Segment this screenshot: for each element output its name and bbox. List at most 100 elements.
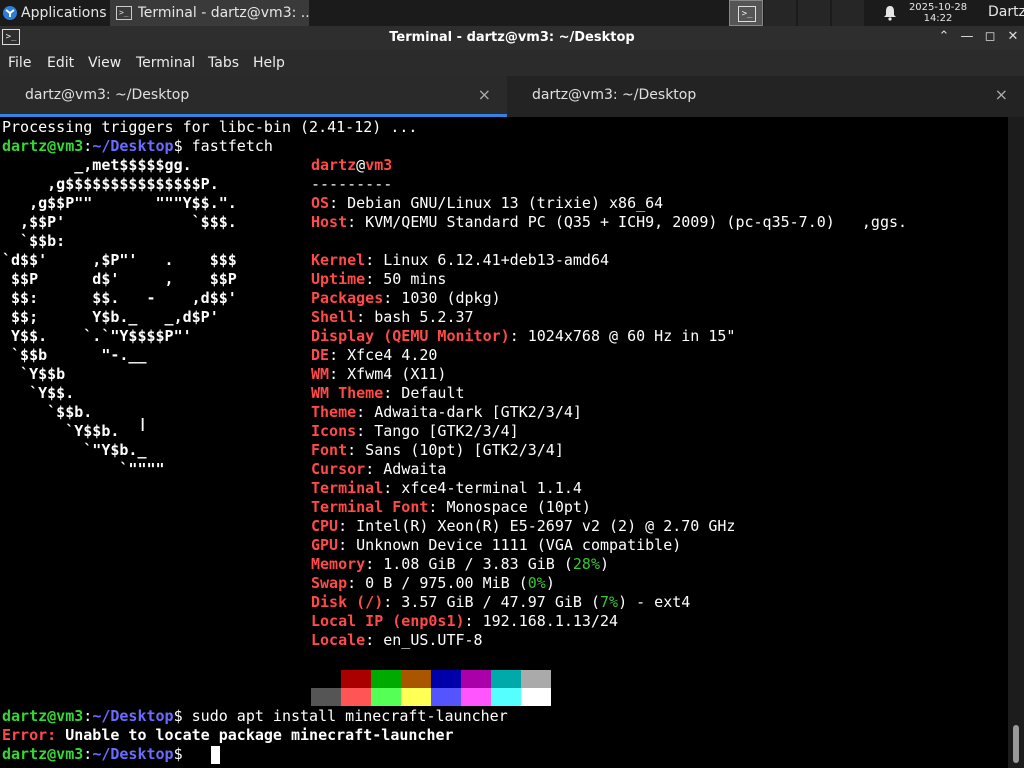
terminal-output[interactable]: Processing triggers for libc-bin (2.41-1…: [0, 117, 1008, 768]
workspace-4-button[interactable]: [832, 0, 864, 26]
prompt-user: dartz@vm3: [2, 137, 84, 155]
debian-logo-line: ,g$$P"" """Y$$.".: [2, 194, 237, 212]
info-key: Host: [311, 213, 348, 231]
info-percent: 7%: [600, 593, 619, 611]
info-line: Font: Sans (10pt) [GTK2/3/4]: [311, 441, 564, 460]
prompt-path: ~/Desktop: [92, 745, 174, 763]
info-percent: 0%: [527, 574, 546, 592]
palette-swatch: [491, 670, 521, 688]
output-line: Processing triggers for libc-bin (2.41-1…: [2, 118, 417, 137]
info-line: Shell: bash 5.2.37: [311, 308, 474, 327]
palette-swatch: [401, 688, 431, 706]
info-value: : 0 B / 975.00 MiB (: [347, 574, 528, 592]
scrollbar-thumb[interactable]: [1013, 725, 1019, 763]
info-value: : KVM/QEMU Standard PC (Q35 + ICH9, 2009…: [347, 213, 908, 231]
taskbar-terminal-button[interactable]: >_ Terminal - dartz@vm3: ...: [110, 0, 309, 26]
roll-up-icon[interactable]: ⌃: [937, 30, 951, 44]
info-line: GPU: Unknown Device 1111 (VGA compatible…: [311, 536, 681, 555]
palette-swatch: [311, 688, 341, 706]
applications-label: Applications: [21, 5, 107, 21]
terminal-icon: >_: [738, 6, 756, 22]
scrollbar[interactable]: [1008, 117, 1024, 768]
applications-menu-button[interactable]: Applications ≡: [0, 0, 120, 26]
separator-text: ---------: [311, 175, 393, 193]
taskbar-terminal-label: Terminal - dartz@vm3: ...: [137, 5, 309, 21]
palette-swatch: [521, 670, 551, 688]
info-value: : Default: [383, 384, 465, 402]
info-value: : Intel(R) Xeon(R) E5-2697 v2 (2) @ 2.70…: [338, 517, 736, 535]
info-line: WM: Xfwm4 (X11): [311, 365, 446, 384]
menu-edit[interactable]: Edit: [47, 55, 74, 71]
xfce-logo-icon: [3, 6, 17, 20]
clock-time: 14:22: [923, 13, 953, 24]
menu-file[interactable]: File: [8, 55, 31, 71]
palette-swatch: [311, 670, 341, 688]
error-message: Unable to locate package minecraft-launc…: [56, 726, 454, 744]
window-titlebar[interactable]: >_ Terminal - dartz@vm3: ~/Desktop ⌃ — ◻…: [0, 26, 1024, 50]
menu-tabs[interactable]: Tabs: [208, 55, 239, 71]
prompt-dollar: $: [173, 745, 192, 763]
palette-swatch: [371, 688, 401, 706]
prompt-line: dartz@vm3:~/Desktop$ fastfetch: [2, 137, 273, 156]
info-line: OS: Debian GNU/Linux 13 (trixie) x86_64: [311, 194, 663, 213]
debian-logo-line: ,$$P' `$$$.: [2, 213, 237, 231]
close-icon[interactable]: ×: [478, 85, 491, 104]
info-value: : Linux 6.12.41+deb13-amd64: [365, 251, 610, 269]
info-value: ): [545, 574, 555, 592]
info-at: @: [356, 156, 366, 174]
info-key: Locale: [311, 631, 366, 649]
maximize-icon[interactable]: ◻: [983, 30, 997, 44]
minimize-icon[interactable]: —: [960, 30, 974, 44]
debian-logo-line: `Y$$b.: [2, 422, 120, 440]
window-title: Terminal - dartz@vm3: ~/Desktop: [389, 30, 635, 45]
tab-1[interactable]: dartz@vm3: ~/Desktop ×: [0, 76, 507, 117]
debian-logo-line: $$; Y$b._ _,d$P': [2, 308, 219, 326]
menu-terminal[interactable]: Terminal: [136, 55, 195, 71]
prompt-dollar: $: [173, 707, 192, 725]
close-icon[interactable]: ×: [995, 85, 1008, 104]
info-key: Shell: [311, 308, 357, 326]
info-line: Disk (/): 3.57 GiB / 47.97 GiB (7%) - ex…: [311, 593, 690, 612]
prompt-user: dartz@vm3: [2, 745, 84, 763]
info-value: : en_US.UTF-8: [365, 631, 483, 649]
prompt-dollar: $: [173, 137, 192, 155]
debian-logo-line: `"""": [2, 460, 165, 478]
debian-logo-line: `Y$$.: [2, 384, 75, 402]
info-value: : 1024x768 @ 60 Hz in 15": [509, 327, 736, 345]
palette-swatch: [461, 670, 491, 688]
debian-logo-line: `$$b "-.__: [2, 346, 147, 364]
top-panel: Applications ≡ >_ Terminal - dartz@vm3: …: [0, 0, 1024, 26]
user-menu[interactable]: Dartz: [988, 4, 1024, 20]
info-line: Terminal Font: Monospace (10pt): [311, 498, 591, 517]
tab-2[interactable]: dartz@vm3: ~/Desktop ×: [507, 76, 1024, 117]
info-line: WM Theme: Default: [311, 384, 465, 403]
tab-label: dartz@vm3: ~/Desktop: [532, 87, 697, 103]
workspace-2-button[interactable]: [764, 0, 796, 26]
info-key: Terminal Font: [311, 498, 429, 516]
tab-bar: dartz@vm3: ~/Desktop × dartz@vm3: ~/Desk…: [0, 76, 1024, 117]
workspace-3-button[interactable]: [798, 0, 830, 26]
info-value: : Debian GNU/Linux 13 (trixie) x86_64: [329, 194, 664, 212]
menu-view[interactable]: View: [88, 55, 121, 71]
info-percent: 28%: [572, 555, 600, 573]
debian-logo-line: Y$$. `.`"Y$$$$P"': [2, 327, 192, 345]
info-key: Kernel: [311, 251, 366, 269]
info-line: Uptime: 50 mins: [311, 270, 446, 289]
menu-help[interactable]: Help: [253, 55, 285, 71]
prompt-line: dartz@vm3:~/Desktop$ sudo apt install mi…: [2, 707, 508, 726]
palette-swatch: [401, 670, 431, 688]
notification-bell-icon[interactable]: [881, 4, 899, 22]
command-text: fastfetch: [191, 137, 273, 155]
close-icon[interactable]: ✕: [1006, 30, 1020, 44]
info-line: Terminal: xfce4-terminal 1.1.4: [311, 479, 582, 498]
info-key: GPU: [311, 536, 339, 554]
clock[interactable]: 2025-10-28 14:22: [905, 0, 971, 28]
tab-label: dartz@vm3: ~/Desktop: [25, 87, 190, 103]
prompt-path: ~/Desktop: [92, 137, 174, 155]
info-key: WM: [311, 365, 330, 383]
prompt-colon: :: [83, 137, 93, 155]
info-value: : Xfwm4 (X11): [329, 365, 447, 383]
palette-swatch: [341, 670, 371, 688]
workspace-1-button[interactable]: >_: [729, 0, 763, 26]
info-line: Swap: 0 B / 975.00 MiB (0%): [311, 574, 555, 593]
